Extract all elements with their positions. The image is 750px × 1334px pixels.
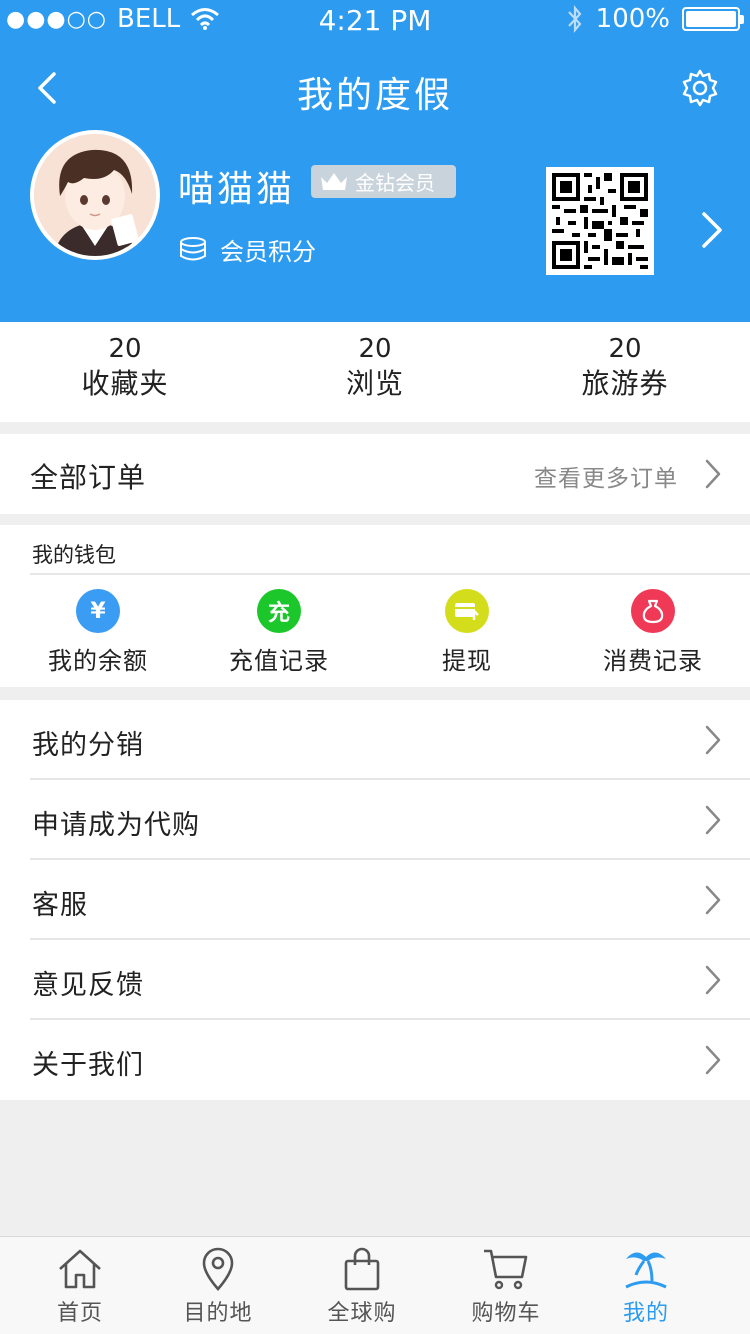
stat-favorites[interactable]: 20 收藏夹 xyxy=(0,322,250,422)
chevron-right-icon xyxy=(705,885,721,915)
crown-icon xyxy=(321,172,347,190)
menu-item-become-agent[interactable]: 申请成为代购 xyxy=(0,780,750,860)
stat-count: 20 xyxy=(108,334,142,364)
stat-coupons[interactable]: 20 旅游券 xyxy=(500,322,750,422)
qr-code-icon xyxy=(552,173,648,269)
tab-home[interactable]: 首页 xyxy=(10,1245,150,1327)
avatar-illustration xyxy=(34,134,156,256)
menu-item-label: 意见反馈 xyxy=(32,970,144,1001)
recharge-icon: 充 xyxy=(257,589,301,633)
wallet-item-label: 提现 xyxy=(442,647,492,675)
stat-count: 20 xyxy=(358,334,392,364)
tab-label: 购物车 xyxy=(471,1301,541,1326)
battery-icon xyxy=(682,7,744,31)
menu-item-distribution[interactable]: 我的分销 xyxy=(0,700,750,780)
menu-item-feedback[interactable]: 意见反馈 xyxy=(0,940,750,1020)
battery-percent: 100% xyxy=(595,4,670,34)
menu-item-label: 客服 xyxy=(32,890,88,921)
menu-item-label: 申请成为代购 xyxy=(32,810,200,841)
menu-item-about-us[interactable]: 关于我们 xyxy=(0,1020,750,1100)
tab-bar: 首页 目的地 全球购 购物车 我的 xyxy=(0,1236,750,1334)
member-badge-label: 金钻会员 xyxy=(355,171,435,195)
stat-history[interactable]: 20 浏览 xyxy=(250,322,500,422)
menu-item-label: 我的分销 xyxy=(32,730,144,761)
wallet-spending-records[interactable]: 消费记录 xyxy=(563,589,743,676)
tab-cart[interactable]: 购物车 xyxy=(436,1245,576,1327)
avatar[interactable] xyxy=(30,130,160,260)
tab-label: 全球购 xyxy=(327,1301,397,1326)
wallet-title: 我的钱包 xyxy=(32,543,116,567)
qr-code[interactable] xyxy=(546,167,654,275)
tab-mine[interactable]: 我的 xyxy=(576,1245,716,1327)
tab-global-shopping[interactable]: 全球购 xyxy=(292,1245,432,1327)
stat-label: 收藏夹 xyxy=(81,367,169,400)
settings-menu: 我的分销 申请成为代购 客服 意见反馈 关于我们 xyxy=(0,700,750,1100)
profile-header: ●●●○○ BELL 4:21 PM 100% 我的度假 喵猫猫 金钻会员 会员… xyxy=(0,0,750,322)
cart-icon xyxy=(484,1249,528,1290)
yen-icon: ¥ xyxy=(76,589,120,633)
wallet-item-label: 消费记录 xyxy=(603,647,703,675)
orders-title: 全部订单 xyxy=(30,461,147,494)
chevron-right-icon xyxy=(705,459,721,489)
username: 喵猫猫 xyxy=(178,169,296,210)
withdraw-icon xyxy=(445,589,489,633)
chevron-right-icon xyxy=(705,1045,721,1075)
stat-label: 旅游券 xyxy=(581,367,669,400)
all-orders-row[interactable]: 全部订单 查看更多订单 xyxy=(0,434,750,514)
money-bag-icon xyxy=(631,589,675,633)
nav-bar: 我的度假 xyxy=(0,52,750,124)
member-points-link[interactable]: 会员积分 xyxy=(178,232,316,267)
more-orders-link[interactable]: 查看更多订单 xyxy=(534,459,678,493)
stats-bar: 20 收藏夹 20 浏览 20 旅游券 xyxy=(0,322,750,422)
tab-destination[interactable]: 目的地 xyxy=(148,1245,288,1327)
gear-icon[interactable] xyxy=(680,68,720,108)
stat-label: 浏览 xyxy=(345,367,404,400)
wallet-item-label: 我的余额 xyxy=(48,647,148,675)
shopping-bag-icon xyxy=(344,1247,380,1291)
wallet-withdraw[interactable]: 提现 xyxy=(377,589,557,676)
status-bar: ●●●○○ BELL 4:21 PM 100% xyxy=(0,0,750,40)
coins-icon xyxy=(180,236,206,260)
wallet-section: 我的钱包 ¥ 我的余额 充 充值记录 提现 消费记录 xyxy=(0,525,750,687)
chevron-right-icon xyxy=(705,965,721,995)
palm-tree-icon xyxy=(625,1252,667,1289)
member-badge: 金钻会员 xyxy=(311,165,456,198)
chevron-right-icon xyxy=(705,725,721,755)
tab-label: 首页 xyxy=(56,1301,103,1326)
divider xyxy=(30,573,750,575)
page-title: 我的度假 xyxy=(296,75,453,116)
tab-label: 我的 xyxy=(622,1301,669,1326)
bluetooth-icon xyxy=(567,4,582,34)
points-label: 会员积分 xyxy=(220,238,316,266)
tab-label: 目的地 xyxy=(183,1301,253,1326)
home-icon xyxy=(59,1249,101,1289)
menu-item-label: 关于我们 xyxy=(32,1050,144,1081)
wallet-recharge-records[interactable]: 充 充值记录 xyxy=(189,589,369,676)
stat-count: 20 xyxy=(608,334,642,364)
location-pin-icon xyxy=(202,1247,234,1291)
wallet-balance[interactable]: ¥ 我的余额 xyxy=(8,589,188,676)
menu-item-customer-service[interactable]: 客服 xyxy=(0,860,750,940)
wallet-item-label: 充值记录 xyxy=(229,647,329,675)
chevron-right-icon[interactable] xyxy=(698,208,726,252)
chevron-right-icon xyxy=(705,805,721,835)
